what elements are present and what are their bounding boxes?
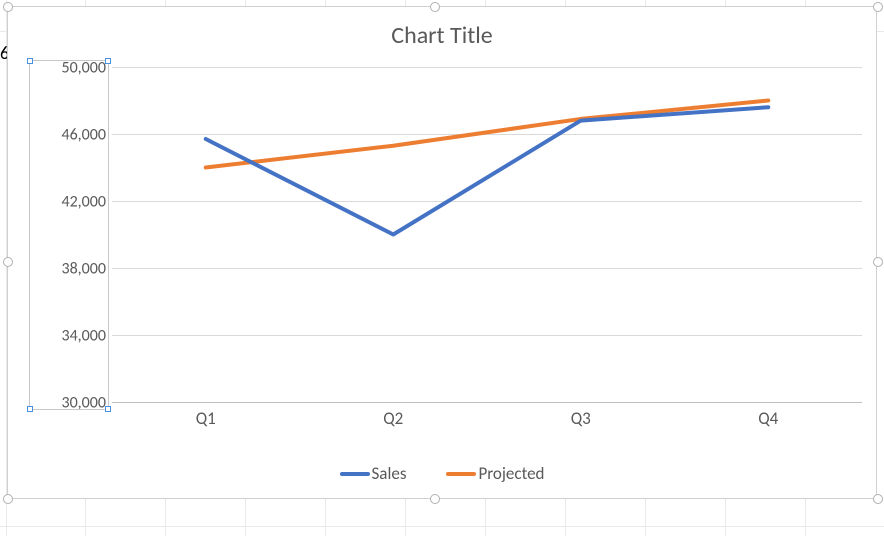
resize-handle-s[interactable] — [430, 494, 440, 504]
axis-sel-handle[interactable] — [27, 406, 33, 412]
resize-handle-nw[interactable] — [3, 2, 13, 12]
legend-swatch-icon — [446, 472, 476, 476]
chart-lines — [112, 67, 862, 402]
legend-label: Projected — [478, 463, 544, 484]
axis-sel-handle[interactable] — [105, 58, 111, 64]
axis-sel-handle[interactable] — [105, 406, 111, 412]
series-sales-line[interactable] — [206, 107, 769, 234]
legend-item-projected[interactable]: Projected — [446, 463, 544, 484]
x-tick-label: Q2 — [383, 408, 403, 429]
resize-handle-se[interactable] — [873, 494, 883, 504]
resize-handle-e[interactable] — [873, 257, 883, 267]
chart-title[interactable]: Chart Title — [8, 21, 876, 50]
x-tick-label: Q1 — [196, 408, 216, 429]
chart-object[interactable]: Chart Title 30,000 34,000 38,000 42,000 … — [7, 6, 877, 499]
resize-handle-sw[interactable] — [3, 494, 13, 504]
resize-handle-n[interactable] — [430, 2, 440, 12]
axis-sel-handle[interactable] — [27, 58, 33, 64]
x-tick-label: Q3 — [571, 408, 591, 429]
legend-item-sales[interactable]: Sales — [340, 463, 407, 484]
chart-legend[interactable]: Sales Projected — [8, 463, 876, 484]
plot-area[interactable]: 30,000 34,000 38,000 42,000 46,000 50,00… — [112, 67, 862, 402]
legend-label: Sales — [372, 463, 407, 484]
series-projected-line[interactable] — [206, 101, 769, 168]
legend-swatch-icon — [340, 472, 370, 476]
resize-handle-w[interactable] — [3, 257, 13, 267]
y-axis-selection[interactable] — [29, 60, 109, 410]
resize-handle-ne[interactable] — [873, 2, 883, 12]
x-tick-label: Q4 — [758, 408, 778, 429]
